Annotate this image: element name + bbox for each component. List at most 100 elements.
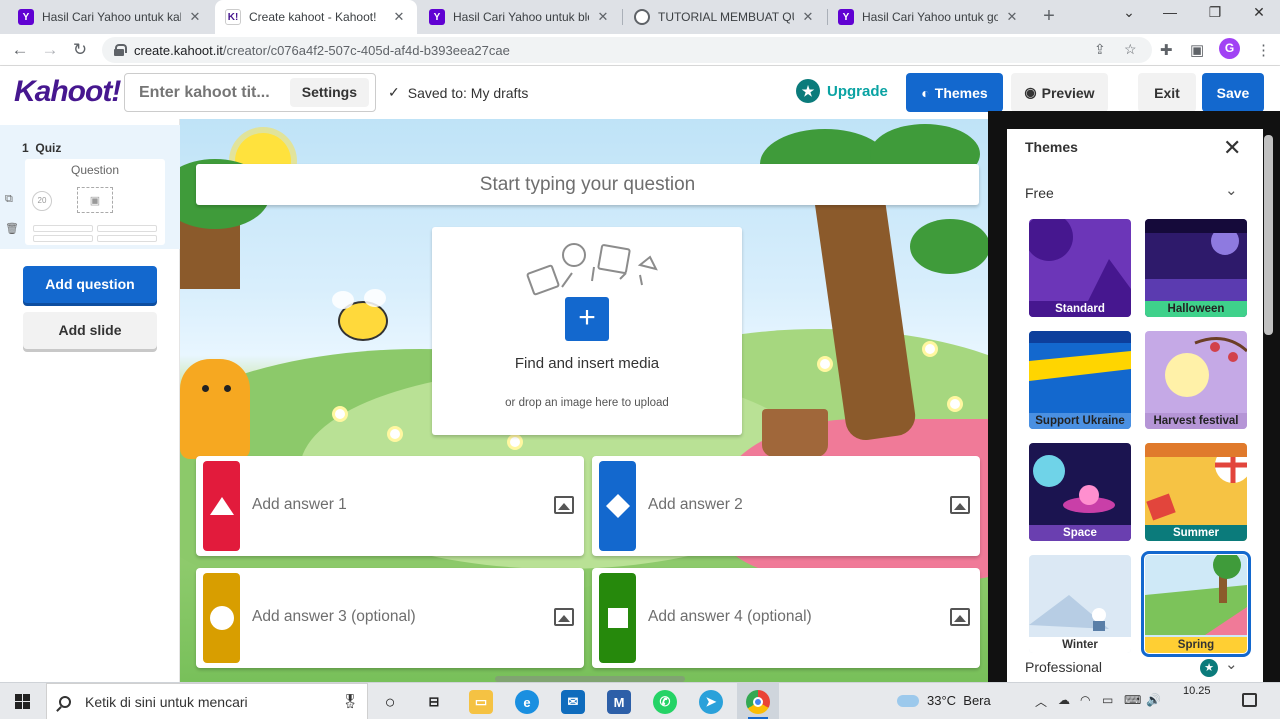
image-icon[interactable] (950, 496, 970, 514)
upgrade-button[interactable]: ★ Upgrade (796, 79, 888, 103)
theme-card-harvest-festival[interactable]: Harvest festival (1145, 331, 1247, 429)
answer-2-input[interactable]: Add answer 2 (648, 496, 743, 514)
question-input[interactable] (237, 173, 938, 196)
extensions-puzzle-icon[interactable]: ✚ (1160, 41, 1173, 59)
close-icon[interactable]: ✕ (391, 9, 407, 25)
cortana-icon[interactable]: ○ (378, 690, 402, 714)
close-icon[interactable]: ✕ (1004, 9, 1020, 25)
theme-card-space[interactable]: Space (1029, 443, 1131, 541)
chevron-down-icon[interactable]: ⌄ (1225, 655, 1238, 673)
app-icon[interactable]: M (607, 690, 631, 714)
file-explorer-icon[interactable]: ▭ (469, 690, 493, 714)
cloud-icon (897, 694, 919, 707)
image-icon[interactable] (950, 608, 970, 626)
theme-card-summer[interactable]: Summer (1145, 443, 1247, 541)
forward-icon[interactable]: → (39, 39, 61, 61)
image-icon[interactable] (554, 496, 574, 514)
lock-icon[interactable] (114, 44, 127, 56)
weather-widget[interactable]: 33°C Bera (897, 693, 991, 708)
exit-button[interactable]: Exit (1138, 73, 1196, 112)
close-icon[interactable]: ✕ (595, 9, 611, 25)
save-button[interactable]: Save (1202, 73, 1264, 112)
browser-tab-active[interactable]: K! Create kahoot - Kahoot! ✕ (215, 0, 417, 34)
windows-start-icon[interactable] (15, 694, 30, 709)
network-icon[interactable]: ◠ (1080, 693, 1090, 707)
answer-3[interactable]: Add answer 3 (optional) (196, 568, 584, 668)
keyboard-icon[interactable]: ⌨ (1124, 693, 1141, 707)
weather-temp: 33°C (927, 693, 957, 708)
thumbnail-timer: 20 (32, 191, 52, 211)
cloud-sync-icon[interactable]: ☁ (1058, 693, 1070, 707)
telegram-icon[interactable]: ➤ (699, 690, 723, 714)
answer-4[interactable]: Add answer 4 (optional) (592, 568, 980, 668)
image-icon[interactable] (554, 608, 574, 626)
theme-card-support-ukraine[interactable]: Support Ukraine (1029, 331, 1131, 429)
edge-icon[interactable]: e (515, 690, 539, 714)
share-icon[interactable]: ⇪ (1094, 41, 1106, 58)
close-icon[interactable]: ✕ (187, 9, 203, 25)
slide-item[interactable]: 1 Quiz ⧉ 🗑 Question 20 ▣ (0, 125, 180, 249)
battery-icon[interactable]: ▭ (1102, 693, 1113, 707)
preview-button[interactable]: ◉ Preview (1011, 73, 1108, 112)
notification-icon[interactable] (1242, 693, 1257, 707)
tray-chevron-icon[interactable]: ︿ (1035, 693, 1047, 710)
browser-tab[interactable]: Y Hasil Cari Yahoo untuk kahoot ✕ (8, 0, 213, 34)
mail-icon[interactable]: ✉ (561, 690, 585, 714)
chevron-down-icon[interactable]: ⌄ (1225, 181, 1238, 199)
themes-scrollbar[interactable] (1264, 135, 1273, 335)
browser-tab[interactable]: Y Hasil Cari Yahoo untuk goog ✕ (828, 0, 1030, 34)
browser-tab[interactable]: Y Hasil Cari Yahoo untuk blog ✕ (419, 0, 621, 34)
reload-icon[interactable]: ↻ (69, 39, 91, 61)
profile-avatar[interactable]: G (1219, 38, 1240, 59)
kahoot-logo[interactable]: Kahoot! (14, 75, 121, 109)
omnibox[interactable]: create.kahoot.it/creator/c076a4f2-507c-4… (102, 37, 1152, 63)
kahoot-title-input[interactable] (139, 83, 289, 102)
answer-4-input[interactable]: Add answer 4 (optional) (648, 608, 812, 626)
media-title: Find and insert media (514, 355, 660, 372)
professional-section-label[interactable]: Professional (1025, 659, 1102, 675)
maximize-icon[interactable]: ❐ (1203, 4, 1227, 21)
slide-thumbnail[interactable]: Question 20 ▣ (25, 159, 165, 245)
taskbar-clock[interactable]: 10.25 (1183, 685, 1211, 697)
answer-3-input[interactable]: Add answer 3 (optional) (252, 608, 416, 626)
add-question-button[interactable]: Add question (23, 266, 157, 303)
task-view-icon[interactable]: ⊟ (422, 690, 446, 714)
answer-1-color-tile (203, 461, 240, 551)
duplicate-icon[interactable]: ⧉ (5, 193, 13, 206)
taskbar-search[interactable]: 🎖 (46, 683, 368, 719)
browser-menu-icon[interactable]: ⋮ (1256, 41, 1271, 59)
minimize-icon[interactable]: — (1158, 4, 1182, 20)
theme-card-halloween[interactable]: Halloween (1145, 219, 1247, 317)
whatsapp-icon[interactable]: ✆ (653, 690, 677, 714)
tab-search-chevron-icon[interactable]: ⌄ (1117, 4, 1141, 21)
browser-tab[interactable]: TUTORIAL MEMBUAT QUIS D ✕ (624, 0, 826, 34)
theme-card-spring[interactable]: Spring (1141, 551, 1251, 657)
window-close-icon[interactable]: ✕ (1247, 4, 1271, 21)
star-icon: ★ (1200, 659, 1218, 677)
close-icon[interactable]: ✕ (800, 9, 816, 25)
bookmark-star-icon[interactable]: ☆ (1124, 41, 1137, 58)
back-icon[interactable]: ← (9, 39, 31, 61)
theme-card-winter[interactable]: Winter (1029, 555, 1131, 653)
themes-button[interactable]: ◐ Themes (906, 73, 1003, 112)
trash-icon[interactable]: 🗑 (5, 222, 19, 235)
side-panel-icon[interactable]: ▣ (1190, 41, 1204, 59)
basket-illustration (762, 409, 828, 457)
add-slide-button[interactable]: Add slide (23, 312, 157, 349)
windows-taskbar: 🎖 ○ ⊟ ▭ e ✉ M ✆ ➤ 33°C Bera ︿ ☁ ◠ ▭ ⌨ 🔊 … (0, 682, 1280, 719)
free-section-label[interactable]: Free (1025, 185, 1054, 201)
taskbar-search-input[interactable] (85, 693, 305, 710)
new-tab-icon[interactable]: + (1038, 5, 1060, 28)
insert-media-button[interactable]: + (565, 297, 609, 341)
answer-1[interactable]: Add answer 1 (196, 456, 584, 556)
settings-button[interactable]: Settings (289, 78, 369, 107)
media-types-icon (526, 243, 658, 296)
close-icon[interactable]: ✕ (1223, 135, 1241, 161)
answer-2[interactable]: Add answer 2 (592, 456, 980, 556)
chrome-icon[interactable] (746, 690, 770, 714)
media-dropzone[interactable]: + Find and insert media or drop an image… (432, 227, 742, 435)
theme-card-standard[interactable]: Standard (1029, 219, 1131, 317)
thumbnail-answer (97, 235, 157, 242)
volume-icon[interactable]: 🔊 (1146, 693, 1161, 707)
answer-1-input[interactable]: Add answer 1 (252, 496, 347, 514)
